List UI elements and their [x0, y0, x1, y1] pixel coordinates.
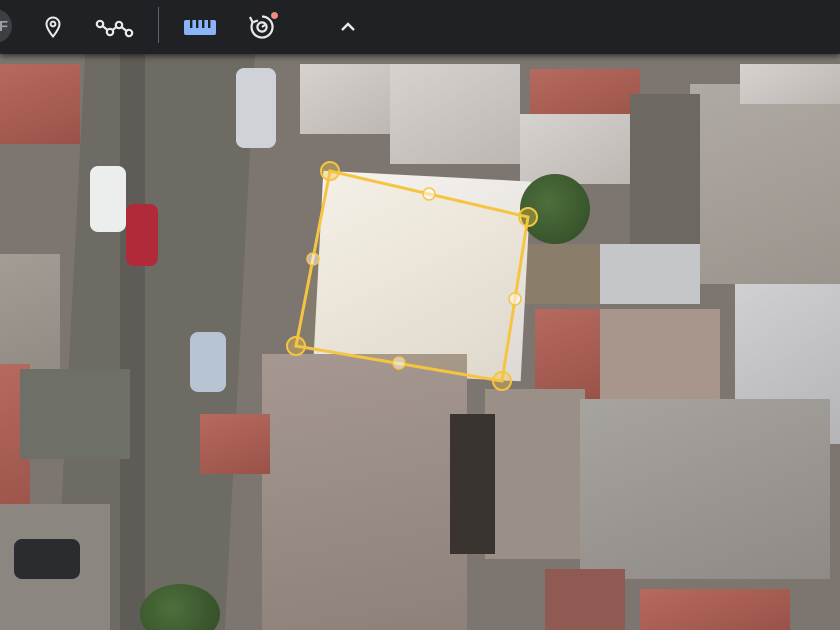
- building-roof: [200, 414, 270, 474]
- selected-building-roof: [312, 170, 532, 382]
- measure-midpoint-handle[interactable]: [306, 252, 320, 266]
- building-roof: [0, 64, 80, 144]
- measure-vertex-handle[interactable]: [492, 371, 512, 391]
- building-roof: [20, 369, 130, 459]
- building-roof: [520, 114, 635, 184]
- collapse-toolbar-button[interactable]: [326, 5, 370, 49]
- notification-dot: [271, 12, 278, 19]
- location-pin-icon: [45, 16, 61, 39]
- measure-midpoint-handle[interactable]: [422, 187, 436, 201]
- parked-car: [90, 166, 126, 232]
- measure-button[interactable]: [178, 5, 222, 49]
- avatar-letters: AF: [0, 17, 8, 35]
- historical-imagery-button[interactable]: [240, 5, 284, 49]
- street-lane: [120, 54, 145, 630]
- draw-path-button[interactable]: [93, 5, 137, 49]
- building-roof: [390, 64, 520, 164]
- parked-car: [236, 68, 276, 148]
- building-roof: [600, 244, 700, 304]
- parked-car: [14, 539, 80, 579]
- building-roof: [535, 309, 600, 399]
- building-roof: [740, 64, 840, 104]
- account-avatar[interactable]: AF: [0, 9, 12, 43]
- building-roof: [600, 309, 720, 409]
- building-roof: [262, 354, 467, 630]
- measure-midpoint-handle[interactable]: [392, 356, 406, 370]
- path-polyline-icon: [95, 19, 134, 38]
- measure-vertex-handle[interactable]: [286, 336, 306, 356]
- building-roof: [545, 569, 625, 630]
- building-roof: [485, 389, 585, 559]
- measure-midpoint-handle[interactable]: [508, 292, 522, 306]
- toolbar-divider: [158, 7, 159, 43]
- building-roof: [640, 589, 790, 630]
- ruler-icon: [184, 20, 216, 35]
- measure-vertex-handle[interactable]: [518, 207, 538, 227]
- building-shadow: [450, 414, 495, 554]
- measure-vertex-handle[interactable]: [320, 161, 340, 181]
- building-roof: [690, 84, 840, 284]
- earth-app: AF: [0, 0, 840, 630]
- building-roof: [580, 399, 830, 579]
- add-placemark-button[interactable]: [31, 5, 75, 49]
- building-roof: [300, 64, 395, 134]
- parked-car: [190, 332, 226, 392]
- parked-car: [126, 204, 158, 266]
- satellite-map-view[interactable]: [0, 54, 840, 630]
- chevron-up-icon: [341, 22, 355, 31]
- top-toolbar: AF: [0, 0, 840, 54]
